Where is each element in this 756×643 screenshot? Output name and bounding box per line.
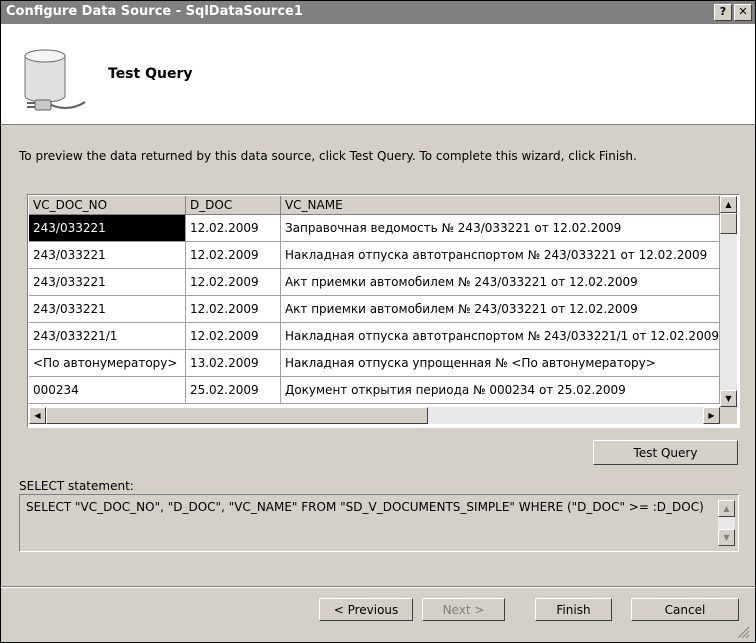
test-query-button[interactable]: Test Query (593, 440, 738, 465)
table-row[interactable]: 243/033221 12.02.2009 Акт приемки автомо… (29, 295, 720, 323)
finish-button[interactable]: Finish (535, 598, 612, 621)
column-header[interactable]: VC_DOC_NO (29, 196, 186, 215)
cell-name[interactable]: Акт приемки автомобилем № 243/033221 от … (280, 295, 720, 323)
dialog-window: Configure Data Source - SqlDataSource1 ?… (0, 0, 756, 643)
select-statement-label: SELECT statement: (19, 479, 134, 493)
table-row[interactable]: 243/033221 12.02.2009 Акт приемки автомо… (29, 268, 720, 296)
cell-date[interactable]: 13.02.2009 (185, 349, 281, 377)
results-grid[interactable]: VC_DOC_NO D_DOC VC_NAME 243/033221 12.02… (27, 194, 740, 428)
horizontal-scroll-thumb[interactable] (46, 407, 428, 424)
cell-name[interactable]: Накладная отпуска автотранспортом № 243/… (280, 322, 720, 350)
window-title: Configure Data Source - SqlDataSource1 (6, 4, 303, 19)
instructions-text: To preview the data returned by this dat… (19, 149, 637, 163)
footer-divider (1, 586, 755, 588)
select-statement-box[interactable]: SELECT "VC_DOC_NO", "D_DOC", "VC_NAME" F… (19, 494, 739, 552)
table-row[interactable]: 243/033221/1 12.02.2009 Накладная отпуск… (29, 322, 720, 350)
scroll-down-icon[interactable]: ▼ (718, 529, 735, 546)
close-button[interactable]: ✕ (734, 4, 752, 21)
table-row[interactable]: <По автонумератору> 13.02.2009 Накладная… (29, 349, 720, 377)
cell-doc-no[interactable]: <По автонумератору> (29, 349, 186, 377)
cell-doc-no[interactable]: 243/033221 (29, 241, 186, 269)
column-header[interactable]: VC_NAME (280, 196, 720, 215)
scroll-corner (720, 407, 737, 424)
next-button[interactable]: Next > (422, 598, 505, 621)
table-row[interactable]: 000234 25.02.2009 Документ открытия пери… (29, 376, 720, 404)
vertical-scrollbar[interactable]: ▲ ▼ (720, 196, 737, 407)
table-row[interactable]: 243/033221 12.02.2009 Накладная отпуска … (29, 241, 720, 269)
previous-button[interactable]: < Previous (319, 598, 413, 621)
cell-date[interactable]: 12.02.2009 (185, 295, 281, 323)
cell-name[interactable]: Документ открытия периода № 000234 от 25… (280, 376, 720, 404)
cell-doc-no[interactable]: 243/033221 (29, 295, 186, 323)
cell-name[interactable]: Заправочная ведомость № 243/033221 от 12… (280, 214, 720, 242)
database-icon (24, 49, 86, 111)
cell-date[interactable]: 12.02.2009 (185, 241, 281, 269)
select-statement-text: SELECT "VC_DOC_NO", "D_DOC", "VC_NAME" F… (26, 500, 704, 514)
results-table: VC_DOC_NO D_DOC VC_NAME 243/033221 12.02… (29, 196, 720, 404)
horizontal-scrollbar[interactable]: ◀ ▶ (29, 407, 720, 424)
help-button[interactable]: ? (714, 4, 732, 21)
table-row[interactable]: 243/033221 12.02.2009 Заправочная ведомо… (29, 214, 720, 242)
resize-grip-icon[interactable] (736, 625, 750, 639)
cell-date[interactable]: 12.02.2009 (185, 268, 281, 296)
vertical-scroll-thumb[interactable] (720, 213, 737, 234)
page-title: Test Query (108, 66, 193, 82)
cancel-button[interactable]: Cancel (631, 598, 739, 621)
header-row: VC_DOC_NO D_DOC VC_NAME (29, 196, 720, 215)
scroll-left-icon[interactable]: ◀ (29, 407, 46, 424)
cell-date[interactable]: 12.02.2009 (185, 322, 281, 350)
cell-doc-no[interactable]: 000234 (29, 376, 186, 404)
cell-doc-no[interactable]: 243/033221 (29, 268, 186, 296)
wizard-header: Test Query (1, 24, 755, 125)
cell-doc-no[interactable]: 243/033221 (29, 214, 186, 242)
column-header[interactable]: D_DOC (185, 196, 281, 215)
cell-name[interactable]: Накладная отпуска автотранспортом № 243/… (280, 241, 720, 269)
select-scrollbar[interactable]: ▲ ▼ (718, 500, 735, 546)
cell-name[interactable]: Акт приемки автомобилем № 243/033221 от … (280, 268, 720, 296)
grid-viewport: VC_DOC_NO D_DOC VC_NAME 243/033221 12.02… (29, 196, 720, 407)
scroll-up-icon[interactable]: ▲ (720, 196, 737, 213)
cell-date[interactable]: 12.02.2009 (185, 214, 281, 242)
title-bar[interactable]: Configure Data Source - SqlDataSource1 ?… (1, 1, 755, 24)
cell-name[interactable]: Накладная отпуска упрощенная № <По автон… (280, 349, 720, 377)
scroll-up-icon[interactable]: ▲ (718, 500, 735, 517)
scroll-down-icon[interactable]: ▼ (720, 390, 737, 407)
cell-doc-no[interactable]: 243/033221/1 (29, 322, 186, 350)
cell-date[interactable]: 25.02.2009 (185, 376, 281, 404)
scroll-right-icon[interactable]: ▶ (703, 407, 720, 424)
